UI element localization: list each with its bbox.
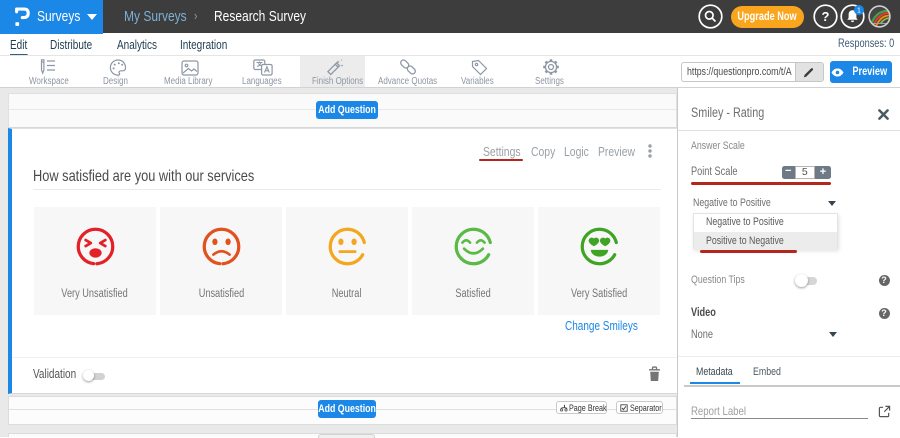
svg-text:1: 1 bbox=[857, 8, 861, 15]
svg-text:?: ? bbox=[822, 9, 830, 24]
